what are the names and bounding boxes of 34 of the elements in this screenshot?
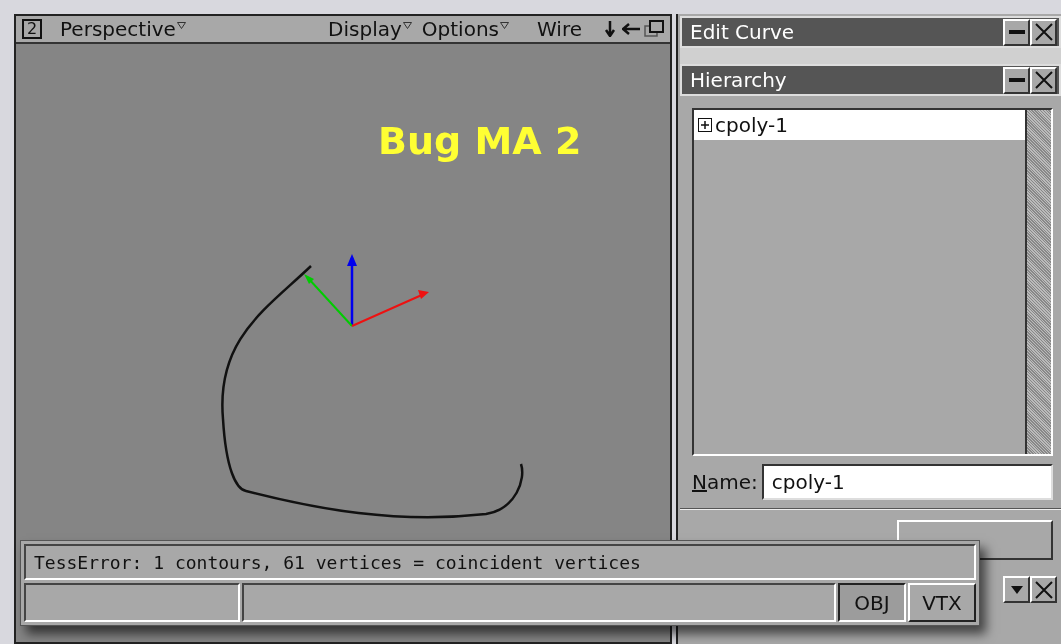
close-icon: [1034, 580, 1053, 599]
camera-menu[interactable]: Perspective: [60, 14, 186, 44]
restore-window-icon[interactable]: [644, 20, 664, 38]
minus-icon: [1008, 78, 1025, 82]
shading-menu[interactable]: Wire: [537, 14, 582, 44]
name-label: Name:: [692, 469, 758, 496]
minimize-button[interactable]: [1003, 66, 1030, 94]
expand-icon[interactable]: [698, 118, 712, 132]
minus-icon: [1008, 30, 1025, 34]
viewport-number[interactable]: 2: [22, 19, 42, 39]
dropdown-triangle-icon: [402, 22, 412, 29]
tree-item[interactable]: cpoly-1: [694, 110, 1025, 140]
close-icon: [1034, 23, 1053, 41]
overlay-title: Bug MA 2: [378, 119, 582, 163]
panel-title: Hierarchy: [690, 67, 788, 94]
close-icon: [1034, 71, 1053, 89]
name-field[interactable]: cpoly-1: [761, 464, 1053, 500]
down-triangle-icon: [1010, 585, 1023, 594]
view-menu[interactable]: Display: [328, 14, 412, 44]
scrollbar[interactable]: [1025, 110, 1051, 454]
close-button[interactable]: [1030, 18, 1057, 46]
down-arrow-icon[interactable]: [604, 21, 616, 37]
view-menu[interactable]: Options: [421, 14, 509, 44]
mode-toggle[interactable]: VTX: [908, 583, 976, 622]
mode-toggle[interactable]: OBJ: [838, 583, 906, 622]
close-button[interactable]: [1030, 66, 1057, 94]
close-button[interactable]: [1030, 576, 1057, 603]
panel-title: Edit Curve: [690, 19, 796, 46]
minimize-button[interactable]: [1003, 18, 1030, 46]
dropdown-triangle-icon: [176, 22, 186, 29]
dropdown-button[interactable]: [1003, 576, 1030, 603]
dropdown-triangle-icon: [500, 22, 509, 29]
status-message: TessError: 1 contours, 61 vertices = coincident vertices: [24, 544, 976, 580]
left-arrow-icon[interactable]: [622, 23, 640, 35]
